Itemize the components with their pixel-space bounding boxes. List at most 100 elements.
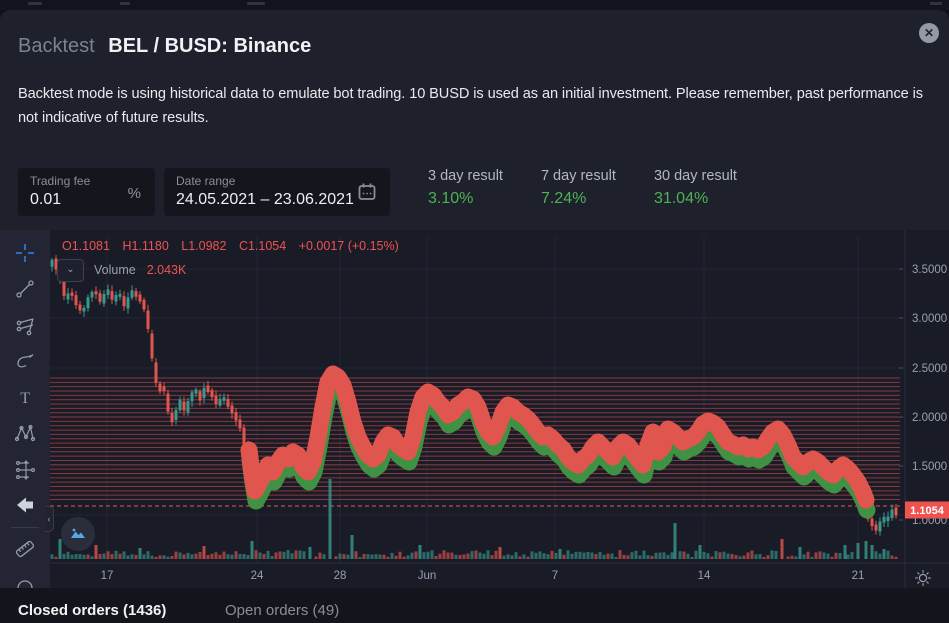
price-axis-label[interactable]: 2.5000 <box>912 363 947 375</box>
background-fragment <box>28 2 42 5</box>
volume-bar <box>334 556 338 559</box>
volume-bar <box>350 535 354 559</box>
volume-bar <box>70 554 74 559</box>
time-axis-label[interactable]: 17 <box>101 570 114 582</box>
volume-bar <box>434 556 438 559</box>
volume-bar <box>806 551 810 559</box>
result-value: 31.04% <box>653 190 709 207</box>
price-axis-label[interactable]: 3.0000 <box>912 313 947 325</box>
volume-bar <box>458 555 462 559</box>
toolbar-divider <box>11 527 39 528</box>
background-fragment <box>120 2 130 5</box>
time-axis-label[interactable]: Jun <box>418 570 437 582</box>
volume-bar <box>826 553 830 559</box>
tab-open-orders[interactable]: Open orders (49) <box>225 588 339 623</box>
volume-bar <box>514 552 518 559</box>
volume-bar <box>770 550 774 559</box>
last-price-value: 1.1054 <box>910 505 945 517</box>
close-icon[interactable]: ✕ <box>919 23 939 43</box>
crosshair-icon[interactable] <box>0 235 50 271</box>
candle-body <box>214 395 218 404</box>
chart-settings-gear-icon[interactable] <box>910 566 936 590</box>
volume-bar <box>466 553 470 559</box>
volume-bar <box>162 555 166 559</box>
trading-fee-value[interactable]: 0.01 <box>30 191 143 209</box>
volume-bar <box>226 554 230 559</box>
volume-bar <box>478 552 482 559</box>
price-axis-label[interactable]: 3.5000 <box>912 264 947 276</box>
volume-bar <box>510 555 514 559</box>
result-30-day: 30 day result 31.04% <box>654 168 737 208</box>
candle-body <box>86 297 90 309</box>
volume-bar <box>118 553 122 559</box>
date-range-value[interactable]: 24.05.2021 – 23.06.2021 <box>176 191 378 209</box>
result-label: 3 day result <box>428 168 503 184</box>
volume-bar <box>722 551 726 559</box>
candle-body <box>178 399 182 411</box>
volume-bar <box>378 554 382 559</box>
volume-legend: ⌄ Volume 2.043K <box>57 258 186 282</box>
price-axis-label[interactable]: 2.0000 <box>912 412 947 424</box>
volume-bar <box>714 551 718 559</box>
toolbar-collapse-handle[interactable]: ‹ <box>45 506 54 532</box>
candle-body <box>230 405 234 414</box>
volume-bar <box>630 552 634 559</box>
volume-bar <box>843 545 847 559</box>
trend-line-icon[interactable] <box>0 271 50 307</box>
ruler-icon[interactable] <box>0 531 50 567</box>
brush-icon[interactable] <box>0 343 50 379</box>
volume-bar <box>194 553 198 559</box>
candle-body <box>142 299 146 310</box>
controls-row: Trading fee 0.01 % Date range 24.05.2021… <box>0 155 949 230</box>
volume-bar <box>386 556 390 559</box>
arrow-marker-icon[interactable] <box>0 487 50 523</box>
volume-bar <box>126 555 130 559</box>
volume-bar <box>274 552 278 559</box>
volume-bar <box>518 556 522 559</box>
volume-bar <box>882 549 886 559</box>
candle-body <box>194 389 198 394</box>
chart-logo-button[interactable] <box>61 517 95 551</box>
result-label: 7 day result <box>540 168 616 184</box>
text-tool-icon[interactable]: T <box>0 379 50 415</box>
volume-bar <box>542 553 546 559</box>
modal-title-prefix: Backtest <box>18 35 95 57</box>
tab-closed-orders[interactable]: Closed orders (1436) <box>18 588 166 623</box>
candle-body <box>50 259 54 267</box>
price-chart-canvas[interactable]: 3.50003.00002.50002.00001.50001.000017 24… <box>50 230 949 588</box>
price-axis-label[interactable]: 1.5000 <box>912 461 947 473</box>
volume-bar <box>538 551 542 559</box>
volume-bar <box>234 551 238 559</box>
volume-bar <box>502 555 506 559</box>
volume-bar <box>606 553 610 559</box>
volume-bar <box>838 552 842 559</box>
volume-bar <box>594 554 598 559</box>
volume-bar <box>338 553 342 559</box>
volume-bar <box>418 545 422 559</box>
chevron-down-icon[interactable]: ⌄ <box>57 258 84 282</box>
volume-bar <box>302 551 306 559</box>
time-axis-label[interactable]: 24 <box>251 570 264 582</box>
result-value: 3.10% <box>428 190 474 207</box>
volume-bar <box>442 550 446 559</box>
trading-fee-field[interactable]: Trading fee 0.01 % <box>18 168 155 216</box>
date-range-field[interactable]: Date range 24.05.2021 – 23.06.2021 <box>164 168 390 216</box>
ohlc-legend: O1.1081 H1.1180 L1.0982 C1.1054 +0.0017 … <box>62 239 408 253</box>
time-axis-label[interactable]: 21 <box>852 570 865 582</box>
candle-body <box>874 524 878 531</box>
volume-bar <box>530 551 534 559</box>
volume-bar <box>342 554 346 559</box>
time-axis-label[interactable]: 28 <box>334 570 347 582</box>
volume-bar <box>238 553 242 559</box>
volume-bar <box>494 550 498 559</box>
calendar-icon[interactable] <box>356 181 378 208</box>
forecast-icon[interactable] <box>0 451 50 487</box>
volume-bar <box>666 554 670 559</box>
backtest-modal: ✕ Backtest BEL / BUSD: Binance Backtest … <box>0 10 949 623</box>
time-axis-label[interactable]: 7 <box>552 570 558 582</box>
volume-bar <box>130 554 134 559</box>
trading-fee-suffix: % <box>127 185 141 202</box>
gann-fibonacci-icon[interactable] <box>0 307 50 343</box>
time-axis-label[interactable]: 14 <box>698 570 711 582</box>
xabcd-pattern-icon[interactable] <box>0 415 50 451</box>
